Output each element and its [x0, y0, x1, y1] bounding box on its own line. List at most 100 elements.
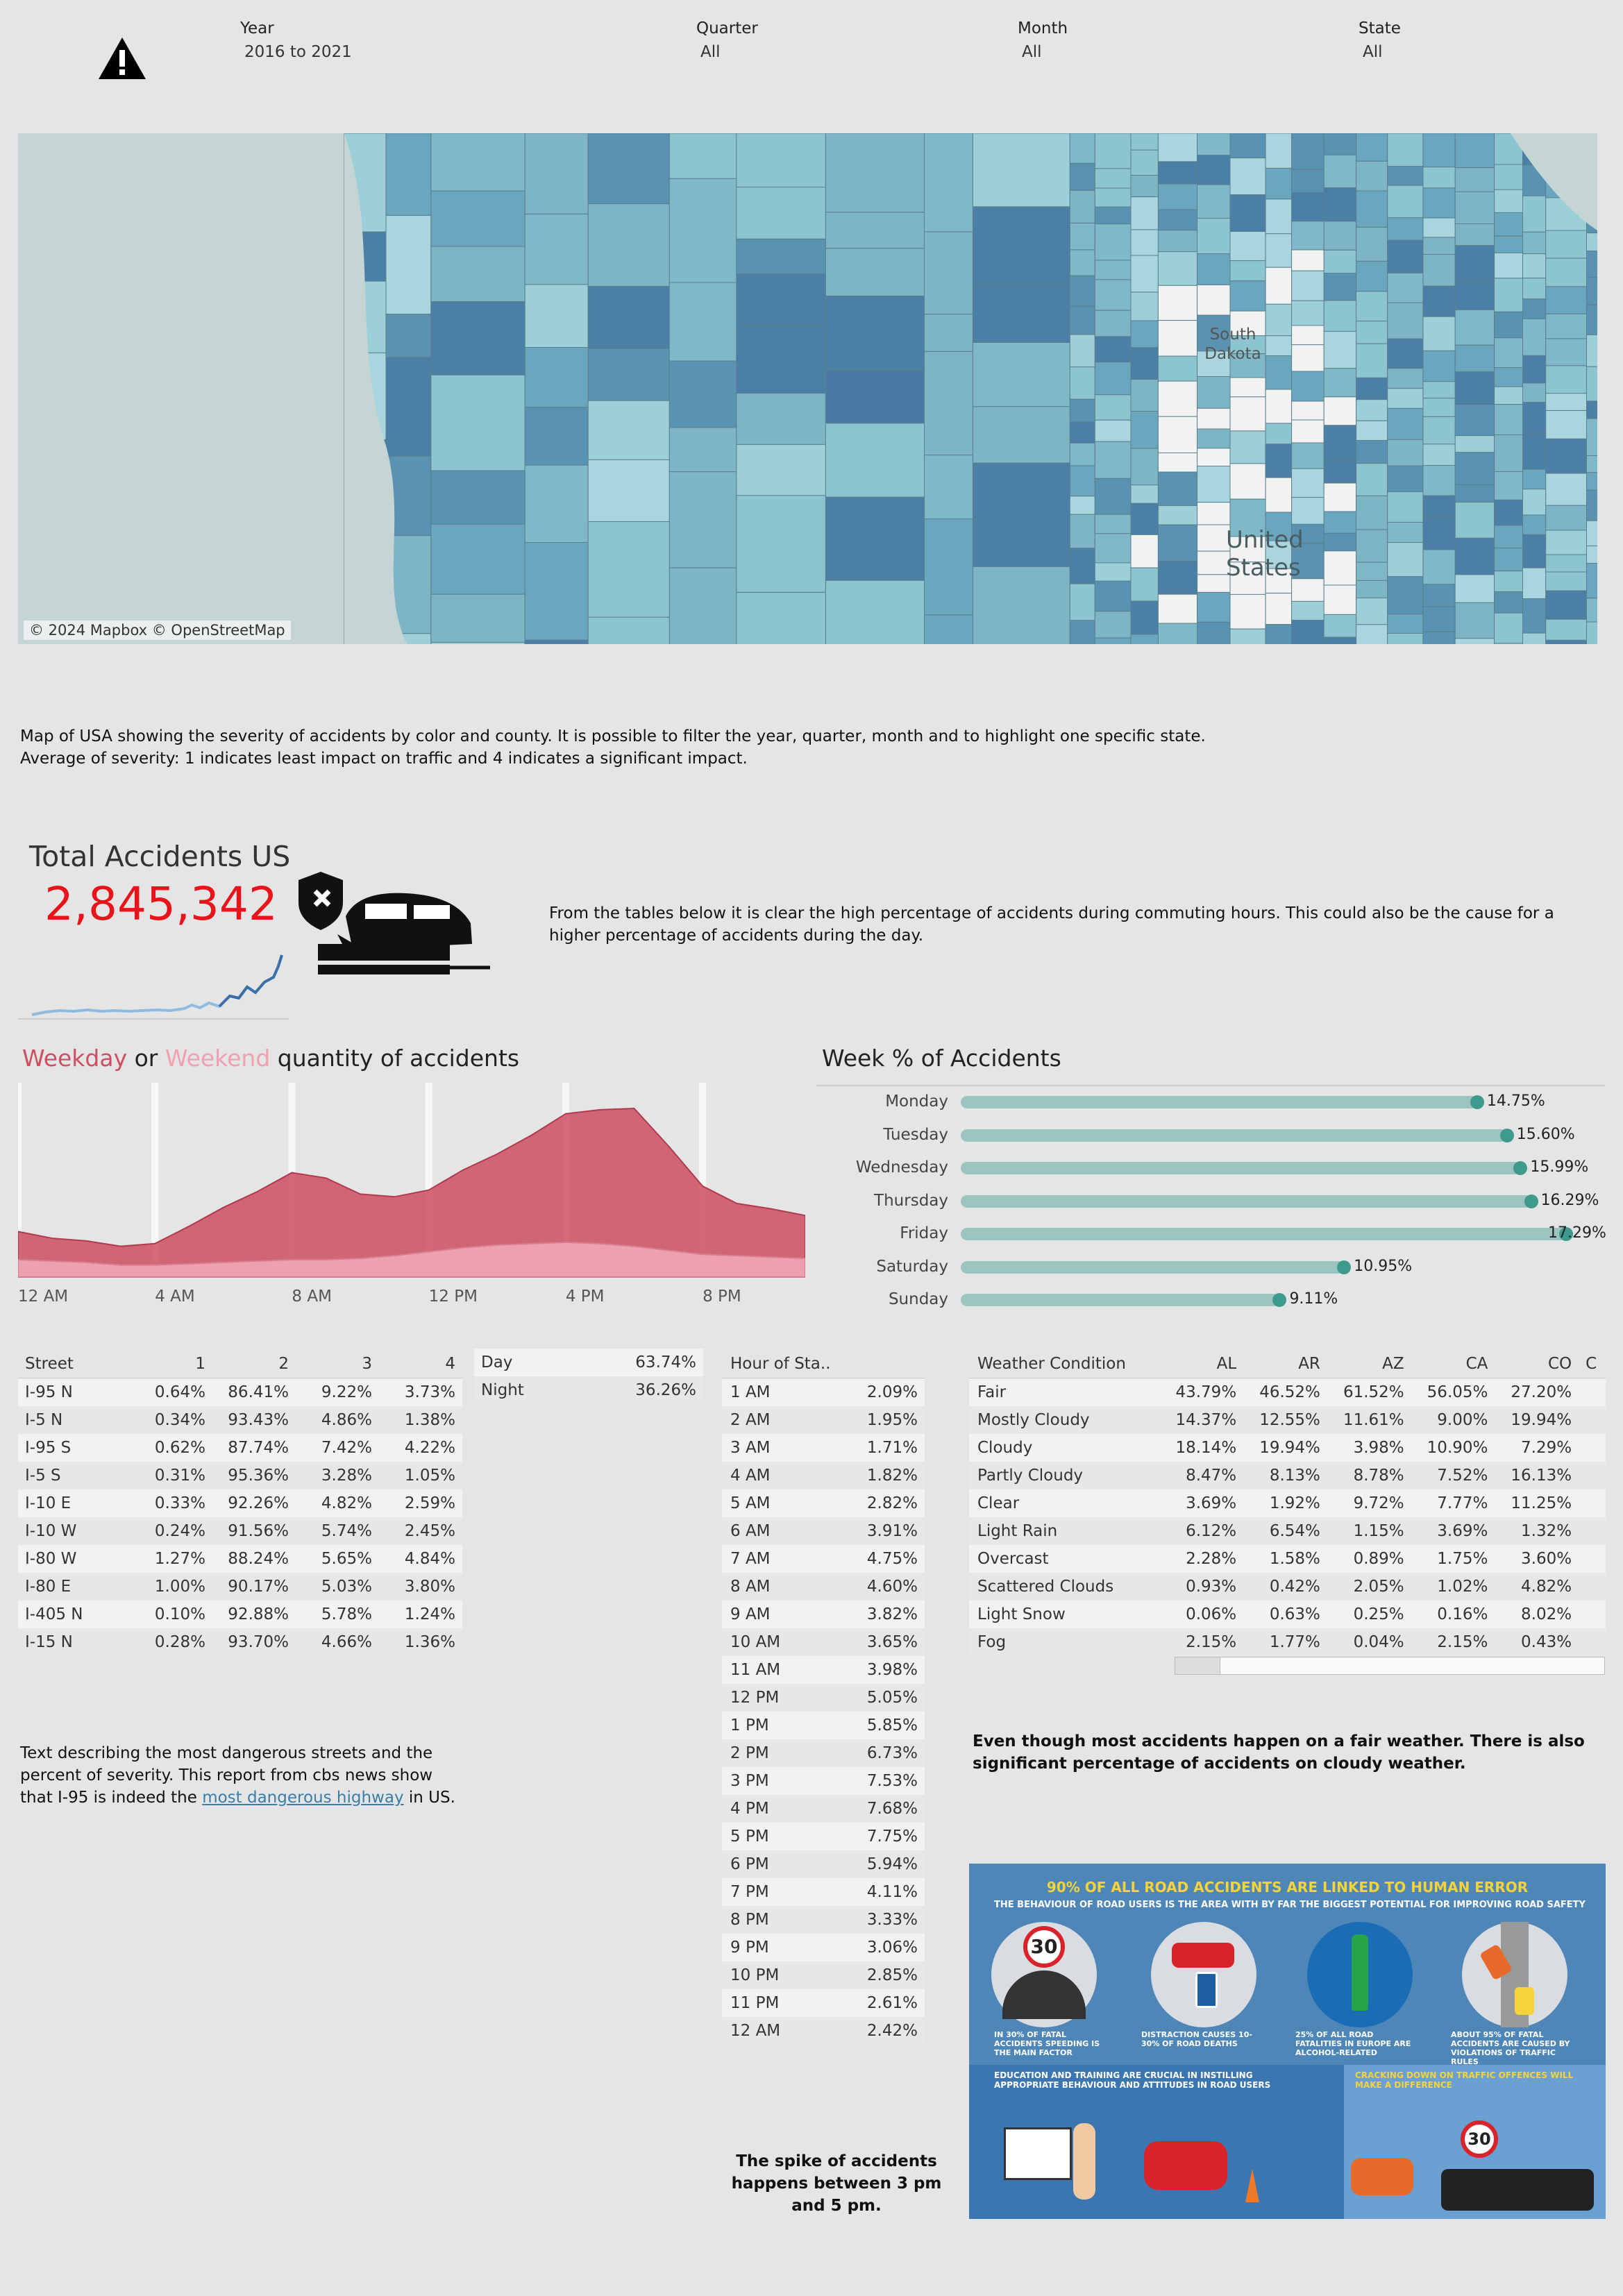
warning-icon[interactable]	[97, 36, 147, 81]
map-credit[interactable]: © 2024 Mapbox © OpenStreetMap	[24, 621, 291, 640]
state-co-header[interactable]: CO	[1495, 1350, 1579, 1378]
bar[interactable]	[961, 1195, 1531, 1208]
table-row[interactable]: 12 AM 2.42%	[722, 2017, 925, 2045]
table-row[interactable]: 1 AM 2.09%	[722, 1378, 925, 1406]
table-row[interactable]: 8 PM 3.33%	[722, 1906, 925, 1934]
street-col-header[interactable]: Street	[18, 1350, 136, 1378]
week-percent-bar-chart[interactable]: Monday 14.75% Tuesday 15.60% Wednesday 15.99%…	[816, 1087, 1606, 1316]
filter-quarter[interactable]: Quarter All	[696, 19, 758, 61]
county-shape	[1422, 217, 1456, 238]
kpi-sparkline[interactable]	[18, 944, 289, 1020]
table-row[interactable]: Day 63.74%	[474, 1349, 703, 1376]
table-row[interactable]: 2 AM 1.95%	[722, 1406, 925, 1434]
table-row[interactable]: 9 PM 3.06%	[722, 1934, 925, 1961]
table-row[interactable]: 6 AM 3.91%	[722, 1517, 925, 1545]
county-shape	[1522, 632, 1547, 644]
table-row[interactable]: Partly Cloudy 8.47% 8.13% 8.78% 7.52% 16.13%	[969, 1462, 1606, 1489]
table-row[interactable]: 12 PM 5.05%	[722, 1684, 925, 1712]
table-row[interactable]: 10 AM 3.65%	[722, 1628, 925, 1656]
table-row[interactable]: I-80 W 1.27% 88.24% 5.65% 4.84%	[18, 1545, 462, 1573]
table-row[interactable]: 3 PM 7.53%	[722, 1767, 925, 1795]
table-row[interactable]: I-15 N 0.28% 93.70% 4.66% 1.36%	[18, 1628, 462, 1656]
bar[interactable]	[961, 1294, 1280, 1306]
bar[interactable]	[961, 1260, 1345, 1274]
table-row[interactable]: 8 AM 4.60%	[722, 1573, 925, 1601]
table-row[interactable]: I-95 N 0.64% 86.41% 9.22% 3.73%	[18, 1378, 462, 1406]
state-c-header[interactable]: C	[1579, 1350, 1606, 1378]
day-night-table[interactable]: Day 63.74% Night 36.26%	[474, 1349, 703, 1404]
table-row[interactable]: I-95 S 0.62% 87.74% 7.42% 4.22%	[18, 1434, 462, 1462]
table-row[interactable]: I-10 W 0.24% 91.56% 5.74% 2.45%	[18, 1517, 462, 1545]
county-shape	[1494, 311, 1524, 339]
bar-category-label: Monday	[885, 1092, 948, 1111]
table-row[interactable]: Fair 43.79% 46.52% 61.52% 56.05% 27.20%	[969, 1378, 1606, 1406]
hour-of-start-table[interactable]: Hour of Sta.. 1 AM 2.09% 2 AM 1.95% 3 AM 1.71…	[722, 1350, 925, 2045]
filter-state[interactable]: State All	[1359, 19, 1401, 61]
weather-condition-table[interactable]: Weather Condition AL AR AZ CA CO C Fair 4…	[969, 1350, 1606, 1656]
filter-year[interactable]: Year 2016 to 2021	[240, 19, 352, 61]
severity-4-header[interactable]: 4	[379, 1350, 462, 1378]
table-row[interactable]: Clear 3.69% 1.92% 9.72% 7.77% 11.25%	[969, 1489, 1606, 1517]
table-row[interactable]: 11 AM 3.98%	[722, 1656, 925, 1684]
table-row[interactable]: 9 AM 3.82%	[722, 1601, 925, 1628]
street-name: I-10 E	[18, 1489, 136, 1517]
table-row[interactable]: Scattered Clouds 0.93% 0.42% 2.05% 1.02% 4.82…	[969, 1573, 1606, 1601]
table-row[interactable]: I-5 N 0.34% 93.43% 4.86% 1.38%	[18, 1406, 462, 1434]
county-severity-map[interactable]: South Dakota United States © 2024 Mapbox…	[18, 133, 1597, 644]
severity-2-header[interactable]: 2	[212, 1350, 296, 1378]
most-dangerous-highway-link[interactable]: most dangerous highway	[202, 1789, 403, 1807]
table-row[interactable]: 1 PM 5.85%	[722, 1712, 925, 1739]
state-al-header[interactable]: AL	[1159, 1350, 1244, 1378]
weekday-weekend-area-chart[interactable]	[18, 1083, 805, 1291]
bar-value-label: 15.99%	[1530, 1158, 1589, 1176]
table-row[interactable]: Light Rain 6.12% 6.54% 1.15% 3.69% 1.32%	[969, 1517, 1606, 1545]
bar[interactable]	[961, 1129, 1507, 1142]
table-row[interactable]: 7 PM 4.11%	[722, 1878, 925, 1906]
severity-3-header[interactable]: 3	[296, 1350, 379, 1378]
bar[interactable]	[961, 1096, 1477, 1108]
weather-col-header[interactable]: Weather Condition	[969, 1350, 1160, 1378]
table-row[interactable]: Overcast 2.28% 1.58% 0.89% 1.75% 3.60%	[969, 1545, 1606, 1573]
bar[interactable]	[961, 1162, 1521, 1174]
state-ca-header[interactable]: CA	[1411, 1350, 1495, 1378]
table-row[interactable]: 2 PM 6.73%	[722, 1739, 925, 1767]
table-row[interactable]: 6 PM 5.94%	[722, 1850, 925, 1878]
scrollbar-thumb[interactable]	[1175, 1657, 1220, 1674]
table-row[interactable]: 3 AM 1.71%	[722, 1434, 925, 1462]
county-shape	[1454, 133, 1495, 169]
hour-col-header[interactable]: Hour of Sta..	[722, 1350, 848, 1378]
map-canvas[interactable]	[18, 133, 1597, 644]
county-shape	[1229, 231, 1266, 262]
table-row[interactable]: Cloudy 18.14% 19.94% 3.98% 10.90% 7.29%	[969, 1434, 1606, 1462]
table-row[interactable]: 4 AM 1.82%	[722, 1462, 925, 1489]
bar[interactable]	[961, 1228, 1566, 1240]
filter-quarter-value[interactable]: All	[696, 43, 758, 61]
filter-state-value[interactable]: All	[1359, 43, 1401, 61]
filter-month-value[interactable]: All	[1018, 43, 1068, 61]
table-row[interactable]: I-5 S 0.31% 95.36% 3.28% 1.05%	[18, 1462, 462, 1489]
table-row[interactable]: 11 PM 2.61%	[722, 1989, 925, 2017]
county-shape	[1265, 444, 1293, 478]
county-shape	[1130, 503, 1159, 536]
table-row[interactable]: 4 PM 7.68%	[722, 1795, 925, 1823]
severity-1-header[interactable]: 1	[136, 1350, 212, 1378]
county-shape	[1229, 396, 1266, 432]
state-az-header[interactable]: AZ	[1327, 1350, 1411, 1378]
table-row[interactable]: Fog 2.15% 1.77% 0.04% 2.15% 0.43%	[969, 1628, 1606, 1656]
severity-value: 91.56%	[212, 1517, 296, 1545]
state-ar-header[interactable]: AR	[1243, 1350, 1327, 1378]
table-row[interactable]: 7 AM 4.75%	[722, 1545, 925, 1573]
table-row[interactable]: 10 PM 2.85%	[722, 1961, 925, 1989]
table-row[interactable]: Mostly Cloudy 14.37% 12.55% 11.61% 9.00% 19.9…	[969, 1406, 1606, 1434]
table-row[interactable]: I-80 E 1.00% 90.17% 5.03% 3.80%	[18, 1573, 462, 1601]
table-row[interactable]: I-405 N 0.10% 92.88% 5.78% 1.24%	[18, 1601, 462, 1628]
table-row[interactable]: 5 AM 2.82%	[722, 1489, 925, 1517]
table-row[interactable]: Night 36.26%	[474, 1376, 703, 1404]
street-severity-table[interactable]: Street 1 2 3 4 I-95 N 0.64% 86.41% 9.22% 3.7…	[18, 1350, 462, 1656]
table-row[interactable]: Light Snow 0.06% 0.63% 0.25% 0.16% 8.02%	[969, 1601, 1606, 1628]
weather-table-scrollbar[interactable]	[1175, 1657, 1605, 1675]
table-row[interactable]: 5 PM 7.75%	[722, 1823, 925, 1850]
filter-year-value[interactable]: 2016 to 2021	[240, 43, 352, 61]
table-row[interactable]: I-10 E 0.33% 92.26% 4.82% 2.59%	[18, 1489, 462, 1517]
filter-month[interactable]: Month All	[1018, 19, 1068, 61]
